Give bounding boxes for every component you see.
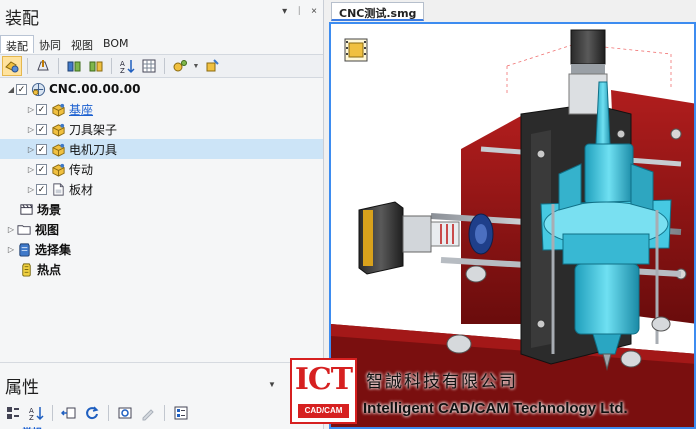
tab-collaboration[interactable]: 协同: [34, 35, 66, 53]
tree-node-label: 热点: [37, 262, 62, 277]
properties-category-label: 常规: [22, 424, 42, 429]
property-grid-icon[interactable]: [171, 403, 191, 423]
tree-node-views[interactable]: ▷ 视图: [0, 219, 323, 239]
part-icon: [50, 121, 66, 137]
toolbar-separator: [164, 58, 165, 74]
tab-assembly[interactable]: 装配: [0, 35, 34, 53]
tree-node-label: 选择集: [35, 242, 72, 257]
expand-arrow-icon[interactable]: ▷: [26, 165, 36, 174]
application-window: 装配 ▾ ᛁ × 装配 协同 视图 BOM A Z ▼ ◢ ✓ CNC.00.0…: [0, 0, 696, 429]
tab-view[interactable]: 视图: [66, 35, 98, 53]
expand-arrow-icon[interactable]: ▷: [26, 185, 36, 194]
tree-item-base[interactable]: ▷ ✓ 基座: [0, 99, 323, 119]
tree-item-label: 传动: [69, 162, 94, 177]
part-icon: [50, 141, 66, 157]
collapse-arrow-icon[interactable]: ◢: [6, 85, 16, 94]
toolbar-separator: [27, 58, 28, 74]
insert-part-icon[interactable]: [33, 56, 53, 76]
expand-arrow-icon[interactable]: ▷: [6, 245, 16, 254]
assembly-root-icon: [30, 81, 46, 97]
toolbar-separator: [164, 405, 165, 421]
sheet-part-icon: [50, 181, 66, 197]
properties-title: 属性: [5, 378, 39, 398]
expand-arrow-icon[interactable]: ▷: [26, 145, 36, 154]
expand-arrow-icon[interactable]: ▷: [26, 125, 36, 134]
visibility-checkbox[interactable]: ✓: [36, 123, 47, 135]
tree-node-label: 视图: [35, 222, 60, 237]
svg-text:Z: Z: [29, 414, 34, 421]
tree-item-label: 电机刀具: [69, 142, 118, 157]
alphabetical-sort-icon[interactable]: AZ: [26, 403, 46, 423]
constraint-edit-icon[interactable]: [86, 56, 106, 76]
sort-icon[interactable]: AZ: [117, 56, 137, 76]
expand-arrow-icon[interactable]: ▷: [6, 225, 16, 234]
expand-arrow-icon[interactable]: ▷: [26, 105, 36, 114]
film-strip-icon[interactable]: [344, 38, 368, 62]
tree-item-label[interactable]: 基座: [69, 101, 93, 118]
assembly-panel: 装配 ▾ ᛁ × 装配 协同 视图 BOM A Z ▼ ◢ ✓ CNC.00.0…: [0, 0, 324, 429]
tree-root-label: CNC.00.00.00: [49, 82, 141, 96]
visibility-checkbox[interactable]: ✓: [36, 143, 47, 155]
toolbar-separator: [52, 405, 53, 421]
panel-controls: ▾ ᛁ ×: [282, 6, 317, 17]
toolbar-separator: [108, 405, 109, 421]
tree-item-label: 刀具架子: [69, 122, 118, 137]
properties-menu-button[interactable]: ▼: [268, 380, 276, 389]
assembly-toolbar: AZ ▼: [0, 54, 323, 78]
tree-item-tool-rack[interactable]: ▷ ✓ 刀具架子: [0, 119, 323, 139]
previous-icon[interactable]: [59, 403, 79, 423]
assembly-icon[interactable]: [2, 56, 22, 76]
categorized-icon[interactable]: [3, 403, 23, 423]
panel-menu-button[interactable]: ▾: [282, 6, 287, 17]
tree-node-label: 场景: [37, 202, 62, 217]
scene-icon: [18, 201, 34, 217]
tree-node-hotspot[interactable]: 热点: [0, 259, 323, 279]
constraint-icon[interactable]: [64, 56, 84, 76]
assembly-tree: ◢ ✓ CNC.00.00.00 ▷ ✓ 基座 ▷ ✓ 刀具架子 ▷ ✓ 电机刀…: [0, 79, 323, 279]
company-name-en: Intelligent CAD/CAM Technology Ltd.: [363, 400, 628, 417]
logo-subtitle: CAD/CAM: [298, 404, 349, 418]
properties-toolbar: AZ: [0, 402, 323, 424]
visibility-checkbox[interactable]: ✓: [16, 83, 27, 95]
tree-item-label: 板材: [69, 182, 94, 197]
tree-node-selection-set[interactable]: ▷ 选择集: [0, 239, 323, 259]
company-watermark: ICT CAD/CAM 智誠科技有限公司 Intelligent CAD/CAM…: [285, 358, 696, 429]
pin-button[interactable]: ᛁ: [296, 6, 302, 17]
options-icon[interactable]: [170, 56, 190, 76]
toolbar-separator: [58, 58, 59, 74]
visibility-checkbox[interactable]: ✓: [36, 183, 47, 195]
svg-text:Z: Z: [120, 67, 125, 74]
document-tab[interactable]: CNC测试.smg: [331, 2, 425, 21]
chevron-down-icon[interactable]: ▼: [192, 63, 200, 70]
visibility-checkbox[interactable]: ✓: [36, 163, 47, 175]
refresh-icon[interactable]: [82, 403, 102, 423]
table-icon[interactable]: [139, 56, 159, 76]
tab-bom[interactable]: BOM: [98, 35, 134, 53]
close-panel-button[interactable]: ×: [311, 6, 317, 17]
selection-set-icon: [16, 241, 32, 257]
toolbar-separator: [111, 58, 112, 74]
visibility-checkbox[interactable]: ✓: [36, 103, 47, 115]
tree-item-plate[interactable]: ▷ ✓ 板材: [0, 179, 323, 199]
capture-icon[interactable]: [115, 403, 135, 423]
part-icon: [50, 101, 66, 117]
properties-panel: 属性 ▼ AZ: [0, 362, 323, 429]
panel-tabs: 装配 协同 视图 BOM: [0, 35, 134, 53]
folder-icon: [16, 221, 32, 237]
company-name-cn: 智誠科技有限公司: [366, 372, 518, 392]
part-icon: [50, 161, 66, 177]
panel-title: 装配: [5, 9, 39, 29]
edit-disabled-icon[interactable]: [138, 403, 158, 423]
logo-brand: ICT: [294, 362, 353, 397]
tree-root-row[interactable]: ◢ ✓ CNC.00.00.00: [0, 79, 323, 99]
settings-icon[interactable]: [202, 56, 222, 76]
ict-logo: ICT CAD/CAM: [290, 358, 357, 424]
tree-item-motor-tool[interactable]: ▷ ✓ 电机刀具: [0, 139, 323, 159]
hotspot-icon: [18, 261, 34, 277]
tree-item-transmission[interactable]: ▷ ✓ 传动: [0, 159, 323, 179]
tree-node-scene[interactable]: 场景: [0, 199, 323, 219]
z-stepper-motor: [570, 29, 606, 65]
